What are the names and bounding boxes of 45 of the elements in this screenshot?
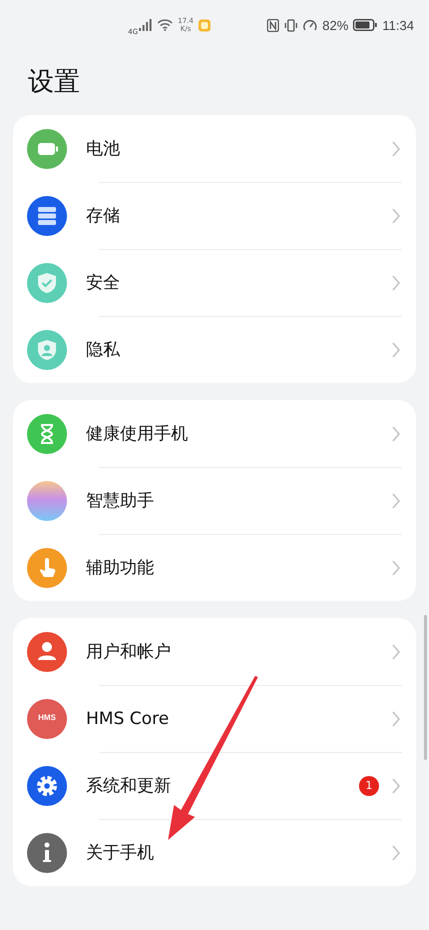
- item-label: HMS Core: [86, 708, 170, 728]
- chevron-icon: [391, 558, 401, 576]
- notification-badge: 1: [359, 776, 379, 796]
- chevron-icon: [391, 340, 401, 358]
- notification-icon: [198, 18, 212, 32]
- settings-item[interactable]: 安全: [27, 249, 416, 316]
- settings-item[interactable]: 隐私: [27, 316, 416, 383]
- item-label: 关于手机: [86, 842, 155, 864]
- signal-icon: [138, 19, 152, 31]
- item-label: 存储: [86, 205, 121, 227]
- wifi-icon: [156, 19, 173, 31]
- settings-item[interactable]: 电池: [27, 115, 416, 182]
- item-label: 智慧助手: [86, 490, 155, 512]
- item-label: 系统和更新: [86, 775, 172, 797]
- settings-item[interactable]: 智慧助手: [27, 467, 416, 534]
- vibrate-icon: [284, 18, 298, 32]
- settings-item[interactable]: 用户和帐户: [27, 618, 416, 685]
- item-label: 辅助功能: [86, 557, 155, 579]
- chevron-icon: [391, 140, 401, 158]
- settings-item[interactable]: 存储: [27, 182, 416, 249]
- chevron-icon: [391, 710, 401, 728]
- chevron-icon: [391, 206, 401, 224]
- nfc-icon: [267, 18, 280, 32]
- page-title: 设置: [28, 66, 81, 99]
- chevron-icon: [391, 844, 401, 862]
- settings-item[interactable]: HMS HMS Core: [27, 685, 416, 752]
- item-label: 健康使用手机: [86, 423, 189, 445]
- settings-item[interactable]: 关于手机: [27, 819, 416, 886]
- settings-item[interactable]: 辅助功能: [27, 534, 416, 601]
- item-label: 隐私: [86, 339, 121, 361]
- settings-item[interactable]: 系统和更新 1: [27, 752, 416, 819]
- item-label: 用户和帐户: [86, 641, 172, 663]
- battery-percent: 82%: [322, 18, 348, 32]
- item-label: 安全: [86, 272, 121, 294]
- settings-item[interactable]: 健康使用手机: [27, 400, 416, 467]
- hms-label: HMS: [37, 713, 57, 722]
- battery-icon: [353, 19, 378, 31]
- item-label: 电池: [86, 138, 121, 160]
- clock-time: 11:34: [382, 18, 414, 32]
- chevron-icon: [391, 642, 401, 660]
- chevron-icon: [391, 274, 401, 292]
- gauge-icon: [303, 18, 318, 32]
- chevron-icon: [391, 424, 401, 442]
- chevron-icon: [391, 776, 401, 794]
- chevron-icon: [391, 492, 401, 510]
